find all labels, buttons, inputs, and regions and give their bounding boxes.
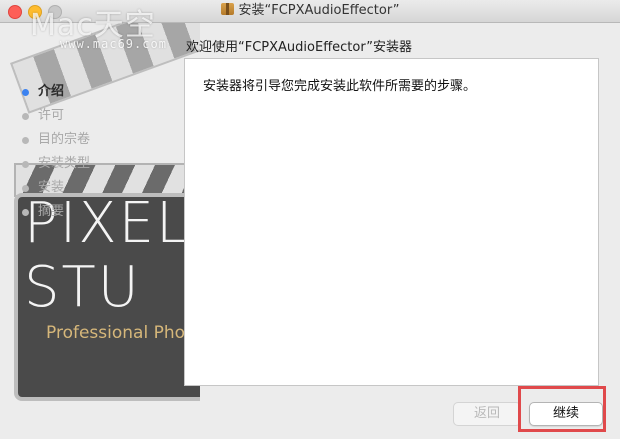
- step-label: 安装类型: [38, 156, 91, 171]
- watermark-url: www.mac69.com: [60, 37, 167, 51]
- installer-steps: 介绍 许可 目的宗卷 安装类型 安装 摘要: [22, 80, 90, 224]
- page-header: 欢迎使用“FCPXAudioEffector”安装器: [186, 40, 412, 55]
- step-dot-icon: [22, 185, 29, 192]
- installer-window: 安装“FCPXAudioEffector” Mac天空 www.mac69.co…: [0, 0, 620, 439]
- step-installation-type: 安装类型: [22, 152, 90, 176]
- content-pane: 安装器将引导您完成安装此软件所需要的步骤。: [184, 58, 599, 386]
- step-label: 安装: [38, 180, 65, 195]
- step-label: 介绍: [38, 84, 65, 99]
- back-button[interactable]: 返回: [453, 402, 521, 426]
- step-dot-icon: [22, 113, 29, 120]
- step-label: 目的宗卷: [38, 132, 91, 147]
- step-dot-icon: [22, 137, 29, 144]
- window-title: 安装“FCPXAudioEffector”: [238, 3, 400, 18]
- step-introduction: 介绍: [22, 80, 90, 104]
- step-label: 许可: [38, 108, 65, 123]
- package-icon: [220, 3, 234, 15]
- step-destination: 目的宗卷: [22, 128, 90, 152]
- step-summary: 摘要: [22, 200, 90, 224]
- step-label: 摘要: [38, 204, 65, 219]
- step-dot-icon: [22, 161, 29, 168]
- step-active-dot-icon: [22, 89, 29, 96]
- step-license: 许可: [22, 104, 90, 128]
- step-dot-icon: [22, 209, 29, 216]
- content-body-text: 安装器将引导您完成安装此软件所需要的步骤。: [203, 79, 477, 94]
- artwork-text-professional: Professional Pho: [46, 323, 185, 343]
- artwork-text-studio: STU: [24, 255, 141, 320]
- step-install: 安装: [22, 176, 90, 200]
- continue-button[interactable]: 继续: [529, 402, 603, 426]
